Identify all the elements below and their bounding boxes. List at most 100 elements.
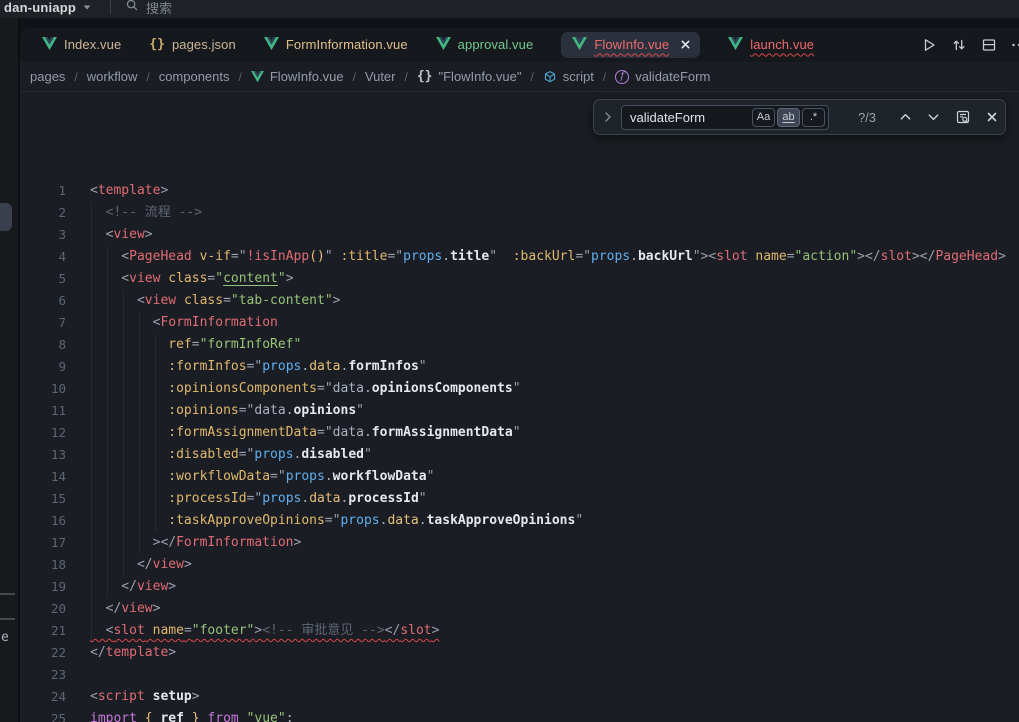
module-icon: [543, 70, 557, 84]
vue-file-icon: [572, 37, 587, 53]
breadcrumb-label: components: [159, 69, 230, 84]
code-text: </template>: [90, 642, 176, 664]
project-name[interactable]: dan-uniapp: [4, 0, 76, 15]
function-icon: f: [615, 70, 629, 84]
code-text: <template>: [90, 180, 168, 202]
breadcrumb-label: Vuter: [365, 69, 396, 84]
whole-word-button[interactable]: ab: [777, 108, 800, 127]
search-icon: [125, 0, 139, 17]
line-number: 19: [20, 576, 66, 598]
code-line: 11 :opinions="data.opinions": [20, 400, 1019, 422]
code-line: 19 </view>: [20, 576, 1019, 598]
breadcrumb-item--flowinfo-vue-[interactable]: {}"FlowInfo.vue": [417, 69, 522, 84]
breadcrumb-label: workflow: [87, 69, 138, 84]
sidebar-line-fragment: [0, 618, 15, 620]
breadcrumb-item-flowinfo-vue[interactable]: FlowInfo.vue: [251, 69, 344, 84]
vue-file-icon: [42, 37, 57, 53]
breadcrumb-item-pages[interactable]: pages: [30, 69, 65, 84]
line-number: 23: [20, 664, 66, 686]
regex-button[interactable]: .*: [802, 108, 825, 127]
code-text: <slot name="footer"><!-- 审批意见 --></slot>: [90, 620, 439, 642]
line-number: 10: [20, 378, 66, 400]
line-number: 17: [20, 532, 66, 554]
breadcrumb-label: pages: [30, 69, 65, 84]
breadcrumb-label: FlowInfo.vue: [270, 69, 344, 84]
breadcrumb-item-components[interactable]: components: [159, 69, 230, 84]
line-number: 4: [20, 246, 66, 268]
tab-label: FormInformation.vue: [286, 37, 408, 52]
code-line: 18 </view>: [20, 554, 1019, 576]
tab-forminformation-vue[interactable]: FormInformation.vue: [264, 37, 408, 53]
line-number: 14: [20, 466, 66, 488]
tab-approval-vue[interactable]: approval.vue: [436, 37, 534, 53]
breadcrumb-item-validateform[interactable]: f validateForm: [615, 69, 710, 84]
titlebar: dan-uniapp 搜索: [0, 0, 1019, 18]
find-widget: Aa ab .* ?/3: [593, 99, 1006, 135]
find-in-selection-button[interactable]: [955, 109, 971, 125]
tab-flowinfo-vue[interactable]: FlowInfo.vue: [561, 32, 700, 58]
code-line: 21 <slot name="footer"><!-- 审批意见 --></sl…: [20, 620, 1019, 642]
code-line: 7 <FormInformation: [20, 312, 1019, 334]
line-number: 25: [20, 708, 66, 722]
code-text: :opinions="data.opinions": [90, 400, 364, 422]
breadcrumb-label: validateForm: [635, 69, 710, 84]
more-actions-button[interactable]: [1011, 37, 1019, 53]
code-line: 22 </template>: [20, 642, 1019, 664]
code-text: <FormInformation: [90, 312, 278, 334]
split-editor-button[interactable]: [981, 37, 997, 53]
left-sidebar-edge: e: [0, 18, 20, 722]
close-find-button[interactable]: [986, 111, 998, 123]
breadcrumb-item-script[interactable]: script: [543, 69, 594, 84]
tab-launch-vue[interactable]: launch.vue: [728, 37, 814, 53]
breadcrumb-separator: /: [603, 70, 606, 84]
code-text: <view class="tab-content">: [90, 290, 340, 312]
line-number: 12: [20, 422, 66, 444]
sidebar-text-fragment: e: [1, 630, 9, 645]
line-number: 24: [20, 686, 66, 708]
breadcrumb-separator: /: [530, 70, 533, 84]
code-text: :opinionsComponents="data.opinionsCompon…: [90, 378, 521, 400]
breadcrumb-separator: /: [146, 70, 149, 84]
tab-label: Index.vue: [64, 37, 121, 52]
code-text: :workflowData="props.workflowData": [90, 466, 434, 488]
open-changes-button[interactable]: [951, 37, 967, 53]
global-search-field[interactable]: 搜索: [146, 0, 172, 17]
code-line: 25 import { ref } from "vue";: [20, 708, 1019, 722]
toggle-replace-button[interactable]: [594, 111, 621, 123]
line-number: 22: [20, 642, 66, 664]
breadcrumb-item-workflow[interactable]: workflow: [87, 69, 138, 84]
match-case-button[interactable]: Aa: [752, 108, 775, 127]
sidebar-pill[interactable]: [0, 203, 12, 231]
tab-pages-json[interactable]: {}pages.json: [149, 37, 236, 52]
titlebar-divider: [110, 0, 111, 14]
code-text: import { ref } from "vue";: [90, 708, 294, 722]
find-input[interactable]: [622, 110, 752, 125]
next-match-button[interactable]: [927, 112, 940, 122]
code-text: :disabled="props.disabled": [90, 444, 372, 466]
tab-label: FlowInfo.vue: [594, 37, 669, 52]
line-number: 2: [20, 202, 66, 224]
code-line: 23: [20, 664, 1019, 686]
json-file-icon: {}: [149, 37, 165, 52]
breadcrumb-item-vuter[interactable]: Vuter: [365, 69, 396, 84]
breadcrumb-separator: /: [74, 70, 77, 84]
close-icon[interactable]: [680, 39, 691, 50]
previous-match-button[interactable]: [899, 112, 912, 122]
line-number: 5: [20, 268, 66, 290]
code-line: 17 ></FormInformation>: [20, 532, 1019, 554]
code-text: </view>: [90, 554, 192, 576]
line-number: 3: [20, 224, 66, 246]
line-number: 11: [20, 400, 66, 422]
tab-index-vue[interactable]: Index.vue: [42, 37, 121, 53]
run-button[interactable]: [921, 37, 937, 53]
code-text: </view>: [90, 576, 176, 598]
breadcrumb-separator: /: [405, 70, 408, 84]
code-text: </view>: [90, 598, 160, 620]
code-line: 20 </view>: [20, 598, 1019, 620]
code-text: ></FormInformation>: [90, 532, 301, 554]
line-number: 9: [20, 356, 66, 378]
tab-label: approval.vue: [458, 37, 534, 52]
vue-file-icon: [264, 37, 279, 53]
vue-file-icon: [251, 71, 264, 82]
code-text: :processId="props.data.processId": [90, 488, 427, 510]
